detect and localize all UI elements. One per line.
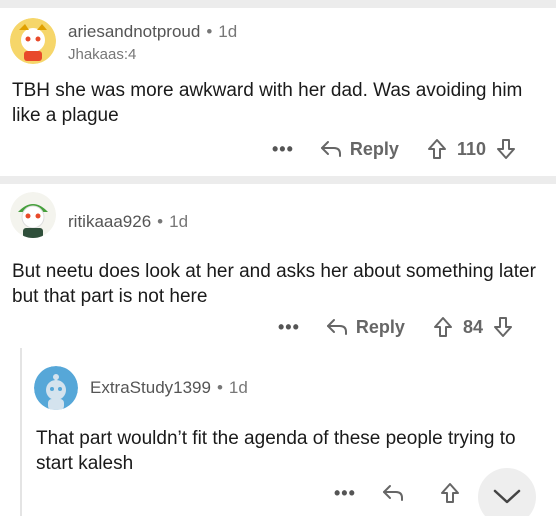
comment-body: TBH she was more awkward with her dad. W… <box>12 80 523 126</box>
reply-label: Reply <box>349 138 399 159</box>
comment-actions: ••• <box>334 480 460 506</box>
thread-line[interactable] <box>20 348 22 516</box>
snoo-avatar-icon <box>10 192 56 238</box>
downvote-icon[interactable] <box>496 138 516 160</box>
vote-controls: 84 <box>433 316 513 338</box>
comment-body: But neetu does look at her and asks her … <box>12 261 536 307</box>
comment-actions: ••• Reply 110 <box>272 136 516 162</box>
username[interactable]: ExtraStudy1399 <box>90 378 211 397</box>
meta-separator: • <box>157 212 164 231</box>
comment-meta: ariesandnotproud • 1d Jhakaas:4 <box>68 22 237 63</box>
vote-score: 110 <box>456 138 486 159</box>
reply-arrow-icon <box>326 319 347 335</box>
vote-controls: 110 <box>427 138 516 160</box>
vote-controls <box>440 482 460 504</box>
more-options-button[interactable]: ••• <box>278 317 300 338</box>
upvote-icon[interactable] <box>433 316 453 338</box>
reply-button[interactable] <box>382 484 412 502</box>
comment-age: 1d <box>218 22 238 41</box>
comment-age: 1d <box>169 212 189 231</box>
comment-meta: ritikaaa926 • 1d <box>68 212 188 232</box>
upvote-icon[interactable] <box>440 482 460 504</box>
chevron-down-icon <box>493 489 521 504</box>
reply-label: Reply <box>355 316 405 337</box>
reply-arrow-icon <box>382 485 403 501</box>
username[interactable]: ritikaaa926 <box>68 212 151 231</box>
comment-separator <box>0 176 556 184</box>
comment-body: That part wouldn’t fit the agenda of the… <box>36 428 516 474</box>
top-separator <box>0 0 556 8</box>
downvote-icon[interactable] <box>493 316 513 338</box>
reply-button[interactable]: Reply <box>320 139 399 160</box>
comment-actions: ••• Reply 84 <box>278 314 513 340</box>
comment-age: 1d <box>228 378 248 397</box>
meta-separator: • <box>206 22 213 41</box>
snoo-avatar-icon <box>34 366 78 410</box>
reply-arrow-icon <box>320 141 341 157</box>
user-flair: Jhakaas:4 <box>68 46 137 63</box>
reply-button[interactable]: Reply <box>326 317 405 338</box>
vote-score: 84 <box>462 316 483 337</box>
user-avatar[interactable] <box>34 366 78 410</box>
more-options-button[interactable]: ••• <box>272 139 294 160</box>
user-avatar[interactable] <box>10 18 56 64</box>
upvote-icon[interactable] <box>427 138 447 160</box>
username[interactable]: ariesandnotproud <box>68 22 200 41</box>
more-options-button[interactable]: ••• <box>334 483 356 504</box>
comment-meta: ExtraStudy1399 • 1d <box>90 378 248 398</box>
user-avatar[interactable] <box>10 192 56 238</box>
snoo-avatar-icon <box>10 18 56 64</box>
meta-separator: • <box>216 378 223 397</box>
